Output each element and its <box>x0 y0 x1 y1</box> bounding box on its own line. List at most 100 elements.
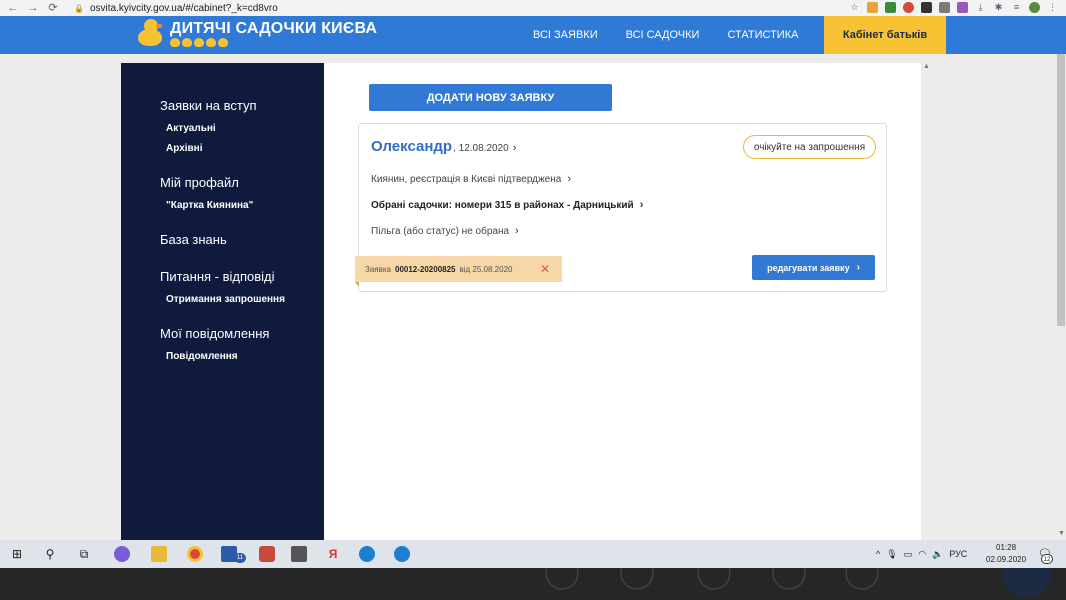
parent-cabinet-button[interactable]: Кабінет батьків <box>824 16 946 54</box>
edit-application-button[interactable]: редагувати заявку › <box>752 255 875 280</box>
top-navigation: ВСІ ЗАЯВКИ ВСІ САДОЧКИ СТАТИСТИКА <box>533 16 798 54</box>
sidebar: Заявки на вступ Актуальні Архівні Мій пр… <box>121 63 324 540</box>
sidebar-item-current[interactable]: Актуальні <box>166 123 324 134</box>
sidebar-section-faq[interactable]: Питання - відповіді <box>160 269 324 284</box>
benefit-row[interactable]: Пільга (або статус) не обрана › <box>371 225 519 237</box>
main-content: ДОДАТИ НОВУ ЗАЯВКУ Олександр , 12.08.202… <box>324 63 921 540</box>
microphone-icon[interactable]: 🎙 <box>886 549 897 560</box>
chrome-icon[interactable] <box>187 546 203 562</box>
close-icon[interactable]: ✕ <box>540 262 550 276</box>
puzzle-icon[interactable]: ✱ <box>993 2 1004 13</box>
browser-toolbar: ← → ⟳ 🔒 osvita.kyivcity.gov.ua/#/cabinet… <box>0 0 1066 16</box>
applicant-header[interactable]: Олександр , 12.08.2020 › <box>371 138 516 155</box>
search-icon[interactable]: ⚲ <box>42 546 58 562</box>
ticket-prefix: Заявка <box>365 264 391 274</box>
sidebar-section-applications[interactable]: Заявки на вступ <box>160 98 324 113</box>
application-card: Олександр , 12.08.2020 › очікуйте на зап… <box>355 123 887 292</box>
chevron-right-icon: › <box>512 142 517 154</box>
ducklings-icon <box>170 38 377 47</box>
ticket-number: 00012-20200825 <box>395 264 456 274</box>
assistant-icon[interactable] <box>114 546 130 562</box>
playlist-icon[interactable]: ≡ <box>1011 2 1022 13</box>
extension-icon[interactable] <box>903 2 914 13</box>
chosen-kindergartens-row[interactable]: Обрані садочки: номери 315 в районах - Д… <box>371 199 643 211</box>
applicant-name: Олександр <box>371 138 453 155</box>
battery-icon[interactable]: ▭ <box>904 549 913 560</box>
sidebar-item-notifications[interactable]: Повідомлення <box>166 351 324 362</box>
sidebar-item-receiving-invitation[interactable]: Отримання запрошення <box>166 294 324 305</box>
applicant-birthdate: , 12.08.2020 <box>453 143 509 154</box>
site-logo[interactable]: ДИТЯЧІ САДОЧКИ КИЄВА <box>136 19 377 47</box>
extension-icons: ☆ ⤓ ✱ ≡ ⋮ <box>849 2 1058 13</box>
background-circle <box>772 568 806 590</box>
task-view-icon[interactable]: ⧉ <box>76 546 92 562</box>
clock-date: 02.09.2020 <box>986 555 1027 564</box>
yandex-browser-icon[interactable]: Я <box>325 546 341 562</box>
extension-icon[interactable] <box>921 2 932 13</box>
benefit-text: Пільга (або статус) не обрана <box>371 225 510 237</box>
profile-avatar-icon[interactable] <box>1029 2 1040 13</box>
floating-action-button[interactable] <box>1003 568 1051 598</box>
volume-icon[interactable]: 🔈 <box>932 549 943 560</box>
extension-icon[interactable] <box>885 2 896 13</box>
chevron-up-icon[interactable]: ^ <box>876 549 880 559</box>
chosen-kindergartens-text: Обрані садочки: номери 315 в районах - Д… <box>371 199 634 211</box>
registration-row[interactable]: Киянин, реєстрація в Києві підтверджена … <box>371 173 571 185</box>
background-circle <box>620 568 654 590</box>
scroll-down-arrow-icon[interactable]: ▼ <box>1058 530 1065 537</box>
status-badge: очікуйте на запрошення <box>743 135 876 159</box>
windows-taskbar: ⊞ ⚲ ⧉ 11 Я ^ 🎙 ▭ ◠ 🔈 РУС 01:28 02.09.202… <box>0 540 1066 568</box>
more-menu-icon[interactable]: ⋮ <box>1047 2 1058 13</box>
download-icon[interactable]: ⤓ <box>975 2 986 13</box>
background-strip <box>0 568 1066 600</box>
wifi-icon[interactable]: ◠ <box>918 549 926 560</box>
sidebar-section-messages[interactable]: Мої повідомлення <box>160 326 324 341</box>
mail-badge: 11 <box>234 553 246 563</box>
sidebar-section-knowledge-base[interactable]: База знань <box>160 232 324 247</box>
background-circle <box>545 568 579 590</box>
input-language[interactable]: РУС <box>949 549 967 559</box>
chevron-right-icon: › <box>515 225 519 237</box>
lock-icon: 🔒 <box>74 3 84 13</box>
calendar-icon[interactable] <box>259 546 275 562</box>
back-arrow-icon[interactable]: ← <box>6 0 20 16</box>
scrollbar-thumb[interactable] <box>1057 54 1065 326</box>
add-application-button[interactable]: ДОДАТИ НОВУ ЗАЯВКУ <box>369 84 612 111</box>
extension-icon[interactable] <box>957 2 968 13</box>
extension-icon[interactable] <box>867 2 878 13</box>
nav-all-kindergartens[interactable]: ВСІ САДОЧКИ <box>626 29 700 41</box>
file-explorer-icon[interactable] <box>151 546 167 562</box>
taskbar-clock[interactable]: 01:28 02.09.2020 <box>986 542 1026 566</box>
sidebar-item-archived[interactable]: Архівні <box>166 143 324 154</box>
chevron-right-icon: › <box>567 173 571 185</box>
edit-button-label: редагувати заявку <box>767 262 850 273</box>
sidebar-item-kyiv-card[interactable]: "Картка Киянина" <box>166 200 324 211</box>
duck-logo-icon <box>136 19 164 47</box>
nav-statistics[interactable]: СТАТИСТИКА <box>727 29 798 41</box>
edge-icon[interactable] <box>359 546 375 562</box>
chevron-right-icon: › <box>856 262 860 273</box>
nav-all-applications[interactable]: ВСІ ЗАЯВКИ <box>533 29 598 41</box>
chevron-right-icon: › <box>639 199 644 211</box>
notification-count: 12 <box>1041 554 1053 564</box>
background-circle <box>845 568 879 590</box>
reload-icon[interactable]: ⟳ <box>46 0 60 16</box>
windows-start-icon[interactable]: ⊞ <box>9 546 25 562</box>
extension-icon[interactable] <box>939 2 950 13</box>
forward-arrow-icon[interactable]: → <box>26 0 40 16</box>
registration-text: Киянин, реєстрація в Києві підтверджена <box>371 173 562 185</box>
address-bar[interactable]: 🔒 osvita.kyivcity.gov.ua/#/cabinet?_k=cd… <box>74 3 278 14</box>
site-header: ДИТЯЧІ САДОЧКИ КИЄВА ВСІ ЗАЯВКИ ВСІ САДО… <box>0 16 1066 54</box>
logo-title: ДИТЯЧІ САДОЧКИ КИЄВА <box>170 20 378 37</box>
application-ticket: Заявка 00012-20200825 від 25.08.2020 ✕ <box>355 256 562 282</box>
scroll-up-arrow-icon[interactable]: ▲ <box>923 63 930 70</box>
edge-icon[interactable] <box>394 546 410 562</box>
url-text: osvita.kyivcity.gov.ua/#/cabinet?_k=cd8v… <box>89 2 278 14</box>
sidebar-section-profile[interactable]: Мій профайл <box>160 175 324 190</box>
background-circle <box>697 568 731 590</box>
clock-time: 01:28 <box>996 543 1017 552</box>
calculator-icon[interactable] <box>291 546 307 562</box>
bookmark-star-icon[interactable]: ☆ <box>849 2 860 13</box>
ticket-fold <box>355 282 359 287</box>
system-tray: ^ 🎙 ▭ ◠ 🔈 РУС <box>876 540 967 568</box>
